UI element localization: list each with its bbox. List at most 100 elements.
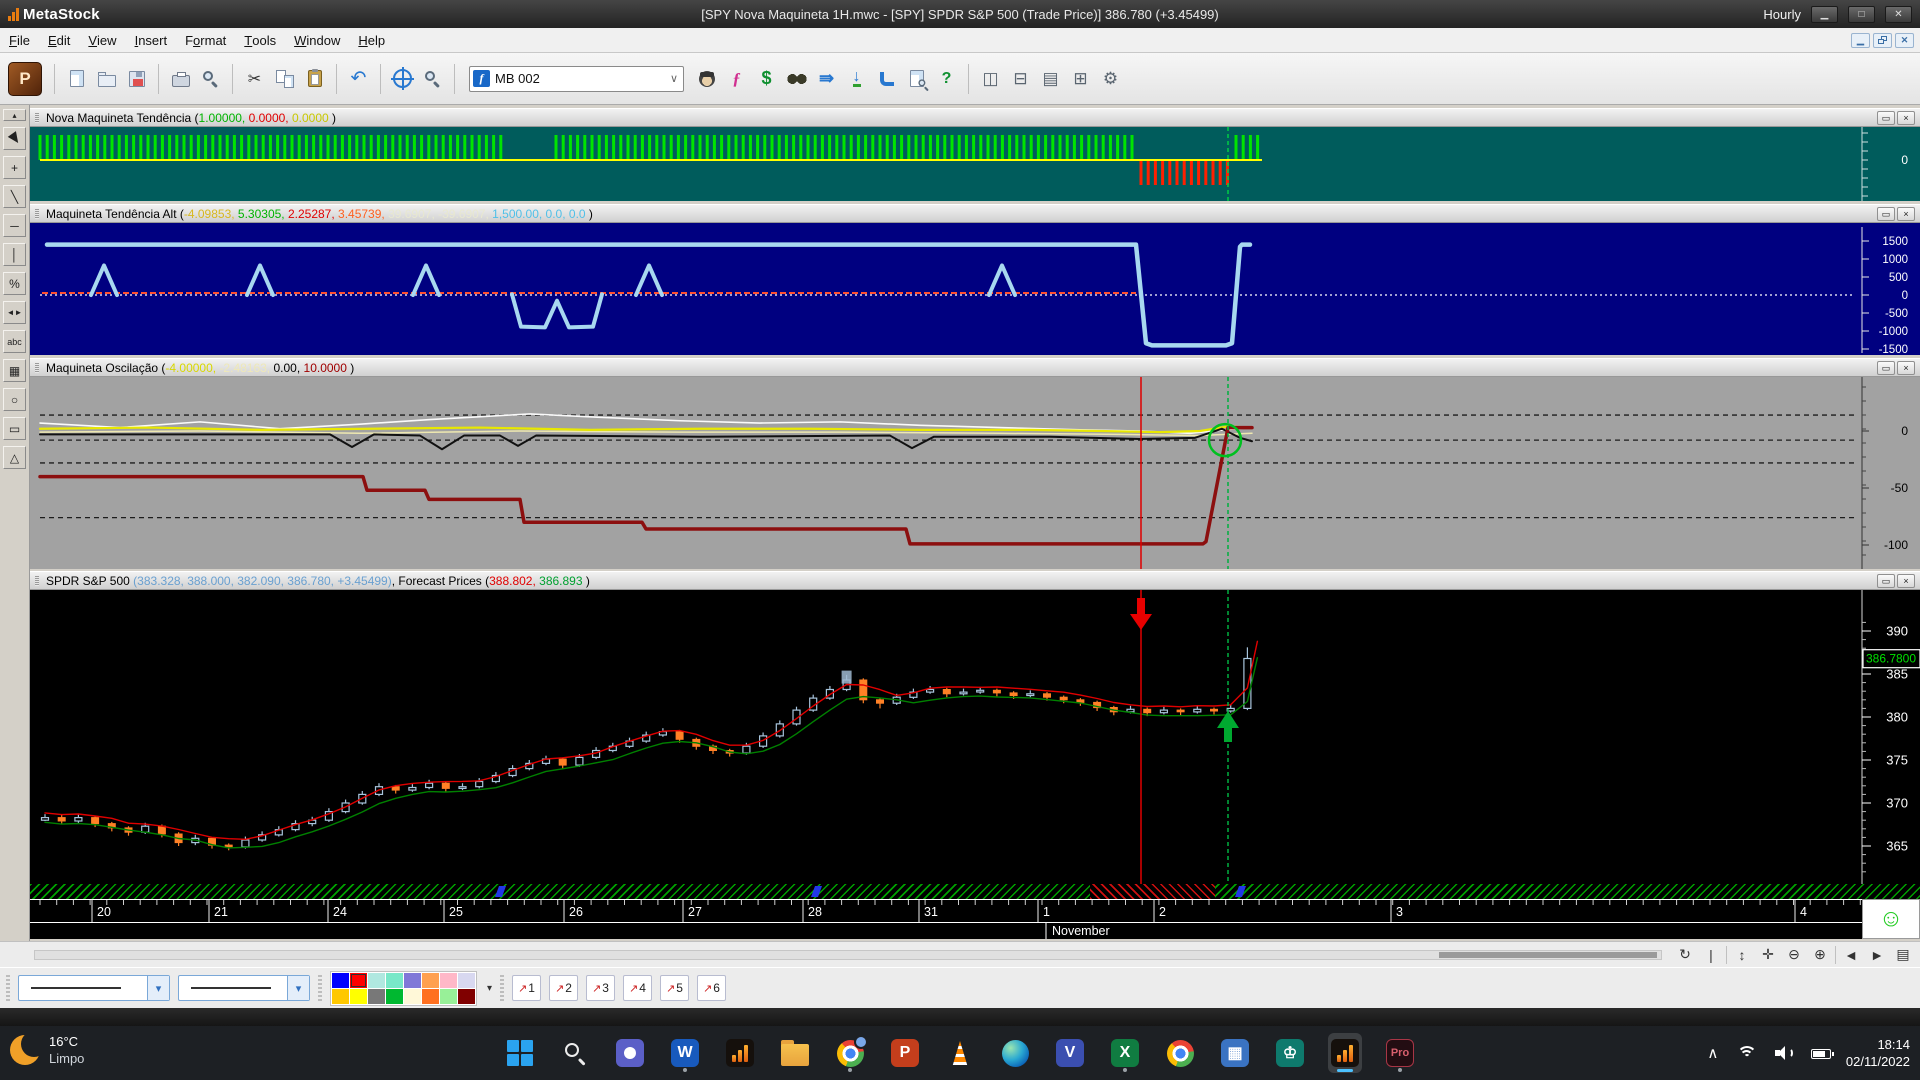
zoom-out-icon[interactable]: ⊖ <box>1783 944 1805 965</box>
color-swatch[interactable] <box>404 972 421 988</box>
save-icon[interactable] <box>123 65 150 92</box>
indicator-builder-icon[interactable]: ƒ <box>723 65 750 92</box>
menu-help[interactable]: Help <box>349 28 394 52</box>
menu-format[interactable]: Fo rmat <box>176 28 235 52</box>
color-swatch[interactable] <box>458 988 475 1004</box>
percent-tool[interactable]: % <box>3 272 26 295</box>
color-swatch[interactable] <box>422 972 439 988</box>
pointer-tool[interactable] <box>3 127 26 150</box>
report-icon[interactable] <box>903 65 930 92</box>
minimize-button[interactable]: ▁ <box>1811 5 1838 23</box>
dollar-icon[interactable]: $ <box>753 65 780 92</box>
vertical-line-tool[interactable]: │ <box>3 243 26 266</box>
new-chart-icon[interactable] <box>63 65 90 92</box>
panel-grip[interactable] <box>35 576 39 586</box>
refresh-icon[interactable]: ↻ <box>1674 944 1696 965</box>
start-button[interactable] <box>503 1033 537 1073</box>
color-swatch[interactable] <box>350 988 367 1004</box>
color-swatch[interactable] <box>404 988 421 1004</box>
panel-maximize-button[interactable]: ▭ <box>1877 207 1895 221</box>
panel-title-maquineta-oscilacao[interactable]: Maquineta Oscilação (-4.00000, -2.48163,… <box>30 358 1920 377</box>
wifi-icon[interactable] <box>1736 1042 1760 1064</box>
panel-close-button[interactable]: × <box>1897 111 1915 125</box>
layout-template-button-3[interactable]: ↗ 3 <box>586 975 616 1001</box>
data-window-icon[interactable]: ▤ <box>1892 944 1914 965</box>
panel-title-maquineta-tendencia-alt[interactable]: Maquineta Tendência Alt (-4.09853, 5.303… <box>30 204 1920 223</box>
menu-edit[interactable]: Edit <box>39 28 79 52</box>
panel-grip[interactable] <box>35 209 39 219</box>
panel-grip[interactable] <box>35 363 39 373</box>
copy-icon[interactable] <box>271 65 298 92</box>
undo-icon[interactable]: ↶ <box>345 65 372 92</box>
color-swatch[interactable] <box>386 988 403 1004</box>
color-swatch[interactable] <box>440 988 457 1004</box>
menu-view[interactable]: View <box>79 28 125 52</box>
chart-maquineta-oscilacao[interactable]: 0 -50 -100 <box>30 377 1920 569</box>
powerpoint-icon[interactable]: P <box>888 1033 922 1073</box>
triangle-tool[interactable]: △ <box>3 446 26 469</box>
scroll-left-icon[interactable]: ◄ <box>1840 944 1862 965</box>
toolbar-grip[interactable] <box>318 975 322 1001</box>
new-window-icon[interactable]: ◫ <box>977 65 1004 92</box>
menu-file[interactable]: File <box>0 28 39 52</box>
child-restore-button[interactable] <box>1873 32 1892 48</box>
taskbar-clock[interactable]: 18:14 02/11/2022 <box>1846 1036 1910 1070</box>
color-swatch[interactable] <box>368 988 385 1004</box>
maximize-button[interactable]: □ <box>1848 5 1875 23</box>
paste-icon[interactable] <box>301 65 328 92</box>
palette-dropdown-icon[interactable]: ▾ <box>487 983 492 994</box>
menu-tools[interactable]: Tools <box>235 28 285 52</box>
line-style-combo[interactable]: ▾ <box>18 975 170 1001</box>
calculator-icon[interactable]: ▦ <box>1218 1033 1252 1073</box>
crosshair-icon[interactable] <box>389 65 416 92</box>
metastock-icon[interactable] <box>723 1033 757 1073</box>
chrome-icon[interactable] <box>1163 1033 1197 1073</box>
child-close-button[interactable]: ✕ <box>1895 32 1914 48</box>
chrome-profile-icon[interactable] <box>833 1033 868 1073</box>
symbol-combo-icon[interactable]: f MB 002 ∨ <box>469 65 684 92</box>
color-swatch[interactable] <box>458 972 475 988</box>
panel-close-button[interactable]: × <box>1897 207 1915 221</box>
scroll-right-icon[interactable]: ► <box>1866 944 1888 965</box>
chevron-down-icon[interactable]: ▾ <box>147 976 169 1000</box>
help-pointer-icon[interactable]: ? <box>933 65 960 92</box>
color-swatch[interactable] <box>368 972 385 988</box>
teams-chat-icon[interactable] <box>613 1033 647 1073</box>
crosshair-tool[interactable]: + <box>3 156 26 179</box>
chart-spdr-sp500[interactable]: 390 385 380 375 370 365 386.7800 <box>30 590 1920 884</box>
child-minimize-button[interactable]: ▁ <box>1851 32 1870 48</box>
panel-close-button[interactable]: × <box>1897 574 1915 588</box>
forecaster-icon[interactable]: ⇛ <box>813 65 840 92</box>
close-button[interactable]: ✕ <box>1885 5 1912 23</box>
chevron-down-icon[interactable]: ∨ <box>665 72 683 85</box>
color-swatch[interactable] <box>422 988 439 1004</box>
panel-grip[interactable] <box>35 113 39 123</box>
downloader-icon[interactable]: ↓ <box>843 65 870 92</box>
date-axis[interactable]: 20 21 24 25 26 27 28 31 1 2 3 4 <box>30 899 1920 922</box>
panel-maximize-button[interactable]: ▭ <box>1877 361 1895 375</box>
pan-icon[interactable]: ✛ <box>1757 944 1779 965</box>
menu-insert[interactable]: Insert <box>126 28 177 52</box>
zoom-in-icon[interactable]: ⊕ <box>1809 944 1831 965</box>
print-preview-icon[interactable] <box>197 65 224 92</box>
crosshair-pointer-icon[interactable]: | <box>1700 944 1722 965</box>
panel-title-nova-maquineta-tendencia[interactable]: Nova Maquineta Tendência (1.00000, 0.000… <box>30 108 1920 127</box>
toolbar-grip[interactable] <box>6 975 10 1001</box>
cut-icon[interactable]: ✂ <box>241 65 268 92</box>
window-options-icon[interactable]: ⚙ <box>1097 65 1124 92</box>
grid-tool[interactable]: ▦ <box>3 359 26 382</box>
open-icon[interactable] <box>93 65 120 92</box>
layout-template-button-1[interactable]: ↗ 1 <box>512 975 542 1001</box>
explorer-icon[interactable] <box>783 65 810 92</box>
chevron-down-icon[interactable]: ▾ <box>287 976 309 1000</box>
horizontal-scrollbar[interactable] <box>34 950 1662 960</box>
color-swatch[interactable] <box>440 972 457 988</box>
color-swatch[interactable] <box>386 972 403 988</box>
rectangle-tool[interactable]: ▭ <box>3 417 26 440</box>
chart-window-icon[interactable]: ▤ <box>1037 65 1064 92</box>
chess-icon[interactable]: ♔ <box>1273 1033 1307 1073</box>
color-swatch[interactable] <box>332 988 349 1004</box>
power-console-icon[interactable] <box>873 65 900 92</box>
panel-close-button[interactable]: × <box>1897 361 1915 375</box>
edge-icon[interactable] <box>998 1033 1032 1073</box>
